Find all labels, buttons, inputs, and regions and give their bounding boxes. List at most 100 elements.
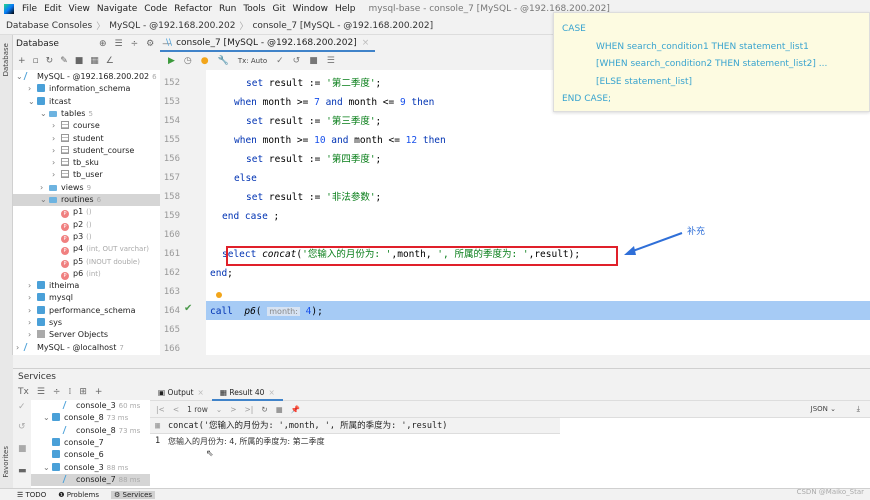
tree-item[interactable]: Pp3()	[13, 231, 160, 243]
chevron-icon[interactable]: ›	[52, 120, 61, 132]
tree-item[interactable]: › course	[13, 120, 160, 132]
service-item[interactable]: console_8 73 ms	[31, 425, 150, 437]
result-cell[interactable]: 您输入的月份为: 4, 所属的季度为: 第二季度	[168, 436, 325, 447]
parameter-icon[interactable]: ●	[201, 56, 209, 66]
collapse-all-icon[interactable]: ÷	[53, 387, 61, 397]
database-strip-button[interactable]: Database	[2, 43, 10, 76]
download-icon[interactable]: ⤓	[857, 404, 860, 414]
chevron-icon[interactable]: ›	[28, 305, 37, 317]
layout-icon[interactable]: ☰	[327, 56, 335, 66]
todo-button[interactable]: ☰ TODO	[17, 491, 46, 499]
breadcrumb-item[interactable]: console_7 [MySQL - @192.168.200.202]	[252, 21, 433, 31]
tree-item[interactable]: Pp4 (int, OUT varchar)	[13, 243, 160, 256]
chevron-icon[interactable]: ›	[52, 157, 61, 169]
service-item[interactable]: console_7 88 ms	[31, 473, 150, 486]
add-icon[interactable]: +	[18, 56, 26, 66]
tree-item[interactable]: › views 9	[13, 182, 160, 194]
chevron-icon[interactable]: ›	[52, 169, 61, 181]
chevron-icon[interactable]: ›	[28, 329, 37, 341]
close-icon[interactable]: ×	[268, 388, 274, 397]
chevron-icon[interactable]: ⌄	[40, 194, 49, 206]
tree-item[interactable]: › student_course	[13, 145, 160, 157]
menu-item-edit[interactable]: Edit	[44, 4, 61, 14]
target-icon[interactable]: ⊕	[99, 39, 107, 49]
code-line[interactable]: when month >= 10 and month <= 12 then	[210, 131, 446, 150]
copy-icon[interactable]: ▫	[33, 56, 39, 66]
layout-icon[interactable]: ▬	[18, 466, 27, 476]
prev-page-icon[interactable]: <	[173, 405, 179, 414]
first-page-icon[interactable]: |<	[156, 405, 165, 414]
refresh-icon[interactable]: ↻	[46, 56, 54, 66]
commit-icon[interactable]: ✓	[18, 402, 26, 412]
commit-icon[interactable]: ✓	[276, 56, 284, 66]
tree-item[interactable]: Pp5 (INOUT double)	[13, 256, 160, 268]
stop-icon[interactable]: ■	[309, 56, 318, 66]
add-icon[interactable]: +	[95, 387, 103, 397]
tree-item[interactable]: Pp6 (int)	[13, 268, 160, 280]
breadcrumb-item[interactable]: MySQL - @192.168.200.202	[109, 21, 235, 31]
code-line[interactable]: set result := '第二季度';	[210, 74, 381, 93]
code-line[interactable]: else	[210, 169, 257, 188]
wrench-icon[interactable]: 🔧	[218, 56, 229, 66]
chevron-icon[interactable]: ›	[28, 280, 37, 292]
chevron-icon[interactable]: ›	[28, 292, 37, 304]
next-page-icon[interactable]: >	[230, 405, 236, 414]
stop-icon[interactable]: ■	[18, 444, 27, 454]
tree-item[interactable]: › Server Objects	[13, 329, 160, 341]
chevron-icon[interactable]: ⌄	[43, 462, 52, 474]
stop-icon[interactable]: ■	[75, 56, 84, 66]
problems-button[interactable]: ❶ Problems	[58, 491, 99, 499]
stop-icon[interactable]: ■	[276, 405, 283, 414]
menu-item-refactor[interactable]: Refactor	[174, 4, 212, 14]
tree-item[interactable]: › sys	[13, 317, 160, 329]
menu-item-code[interactable]: Code	[144, 4, 167, 14]
code-line[interactable]: end case ;	[210, 207, 279, 226]
service-item[interactable]: console_3 60 ms	[31, 400, 150, 412]
tree-item[interactable]: › tb_sku	[13, 157, 160, 169]
new-tab-icon[interactable]: ⊞	[79, 387, 87, 397]
code-line[interactable]: end;	[210, 264, 233, 283]
expand-all-icon[interactable]: ☰	[115, 39, 123, 49]
tree-item[interactable]: ⌄ MySQL - @192.168.200.202 6	[13, 71, 160, 83]
lightbulb-icon[interactable]	[216, 292, 222, 298]
tab-console-7[interactable]: \\ console_7 [MySQL - @192.168.200.202] ×	[160, 35, 376, 52]
menu-item-view[interactable]: View	[69, 4, 90, 14]
rollback-icon[interactable]: ↺	[18, 422, 26, 432]
chevron-icon[interactable]: ›	[28, 317, 37, 329]
service-item[interactable]: console_6	[31, 449, 150, 461]
chevron-icon[interactable]: ⌄	[40, 108, 49, 120]
chevron-icon[interactable]: ⌄	[43, 412, 52, 424]
tree-item[interactable]: ⌄ itcast	[13, 96, 160, 108]
tree-item[interactable]: › itheima	[13, 280, 160, 292]
close-icon[interactable]: ×	[198, 388, 204, 397]
edit-icon[interactable]: ✎	[60, 56, 68, 66]
menu-item-run[interactable]: Run	[219, 4, 236, 14]
tree-item[interactable]: › tb_user	[13, 169, 160, 181]
tree-item[interactable]: Pp1()	[13, 206, 160, 219]
tab-result[interactable]: ▦ Result 40 ×	[211, 384, 283, 401]
service-item[interactable]: ⌄ console_8 73 ms	[31, 412, 150, 424]
history-icon[interactable]: ◷	[184, 56, 192, 66]
code-line[interactable]: set result := '第三季度';	[210, 112, 381, 131]
menu-item-navigate[interactable]: Navigate	[97, 4, 137, 14]
chevron-icon[interactable]: ›	[28, 83, 37, 95]
chart-icon[interactable]: ∠	[106, 56, 114, 66]
collapse-all-icon[interactable]: ÷	[131, 39, 139, 49]
menu-item-git[interactable]: Git	[272, 4, 285, 14]
group-icon[interactable]: ⁞	[68, 387, 71, 397]
chevron-icon[interactable]: ›	[40, 182, 49, 194]
table-icon[interactable]: ▦	[90, 56, 99, 66]
tree-item[interactable]: › performance_schema	[13, 305, 160, 317]
code-line[interactable]: when month >= 7 and month <= 9 then	[210, 93, 434, 112]
expand-all-icon[interactable]: ☰	[37, 387, 45, 397]
tx-mode-dropdown[interactable]: Tx: Auto	[238, 57, 267, 65]
refresh-icon[interactable]: ↻	[261, 405, 267, 414]
last-page-icon[interactable]: >|	[245, 405, 254, 414]
code-line[interactable]: set result := '第四季度';	[210, 150, 381, 169]
tree-item[interactable]: ⌄ routines 6	[13, 194, 160, 206]
services-button[interactable]: ⚙ Services	[110, 490, 156, 499]
rollback-icon[interactable]: ↺	[293, 56, 301, 66]
column-header[interactable]: ▦ concat('您输入的月份为: ',month, ', 所属的季度为: ',…	[150, 418, 560, 434]
run-icon[interactable]: ▶	[168, 56, 175, 66]
service-item[interactable]: console_7	[31, 437, 150, 449]
